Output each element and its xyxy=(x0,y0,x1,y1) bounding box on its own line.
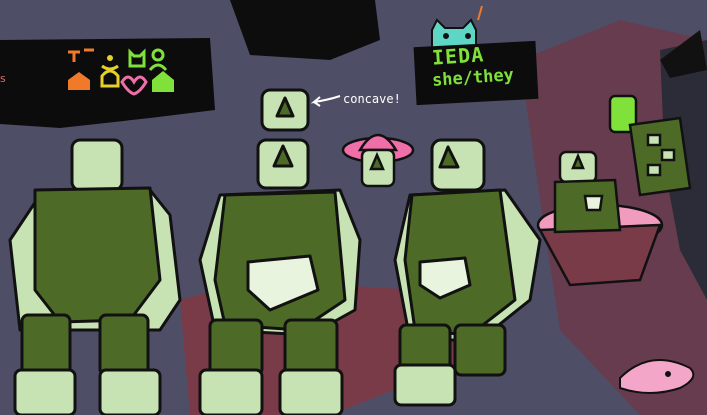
figure-three-quarter-view xyxy=(393,138,542,407)
teal-creature xyxy=(431,5,483,49)
figure-back-view xyxy=(8,138,182,415)
dark-cloud-top xyxy=(230,0,380,60)
hat-head-variant xyxy=(341,133,415,188)
header-strip xyxy=(0,38,215,128)
annotation-arrow xyxy=(310,95,341,107)
reference-sheet: IEDA she/they concave! s xyxy=(0,0,707,415)
left-edge-text: s xyxy=(0,72,6,85)
concave-annotation: concave! xyxy=(343,92,401,106)
character-art xyxy=(0,0,707,415)
character-name: IEDA xyxy=(431,42,485,70)
